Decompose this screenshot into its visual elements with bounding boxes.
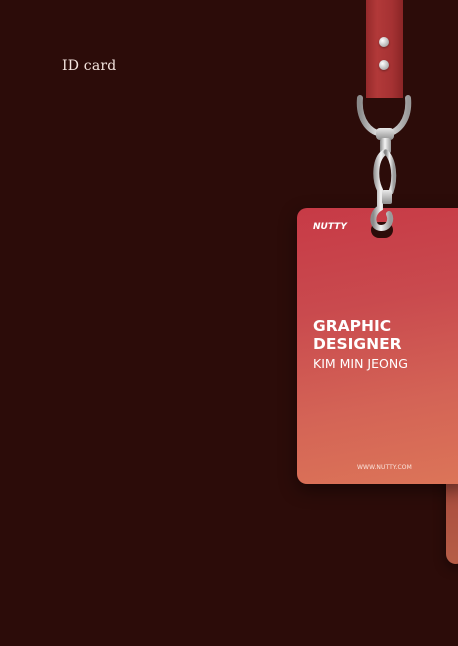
card-job-title-line-1: GRAPHIC	[313, 317, 392, 335]
rivet-icon	[379, 60, 389, 70]
card-job-title-line-2: DESIGNER	[313, 335, 402, 353]
card-brand-logo: NUTTY	[313, 222, 347, 232]
card-holder-name: KIM MIN JEONG	[313, 356, 408, 371]
card-website: WWW.NUTTY.COM	[357, 464, 412, 471]
lanyard-clip-icon	[356, 95, 412, 232]
lanyard-strap	[366, 0, 403, 98]
page-title: ID card	[62, 58, 117, 74]
card-job-title: GRAPHIC DESIGNER	[313, 317, 458, 353]
id-card-mockup-page: ID card NUTTY GRAPHIC DESIGNER KIM MIN J…	[0, 0, 458, 646]
rivet-icon	[379, 37, 389, 47]
